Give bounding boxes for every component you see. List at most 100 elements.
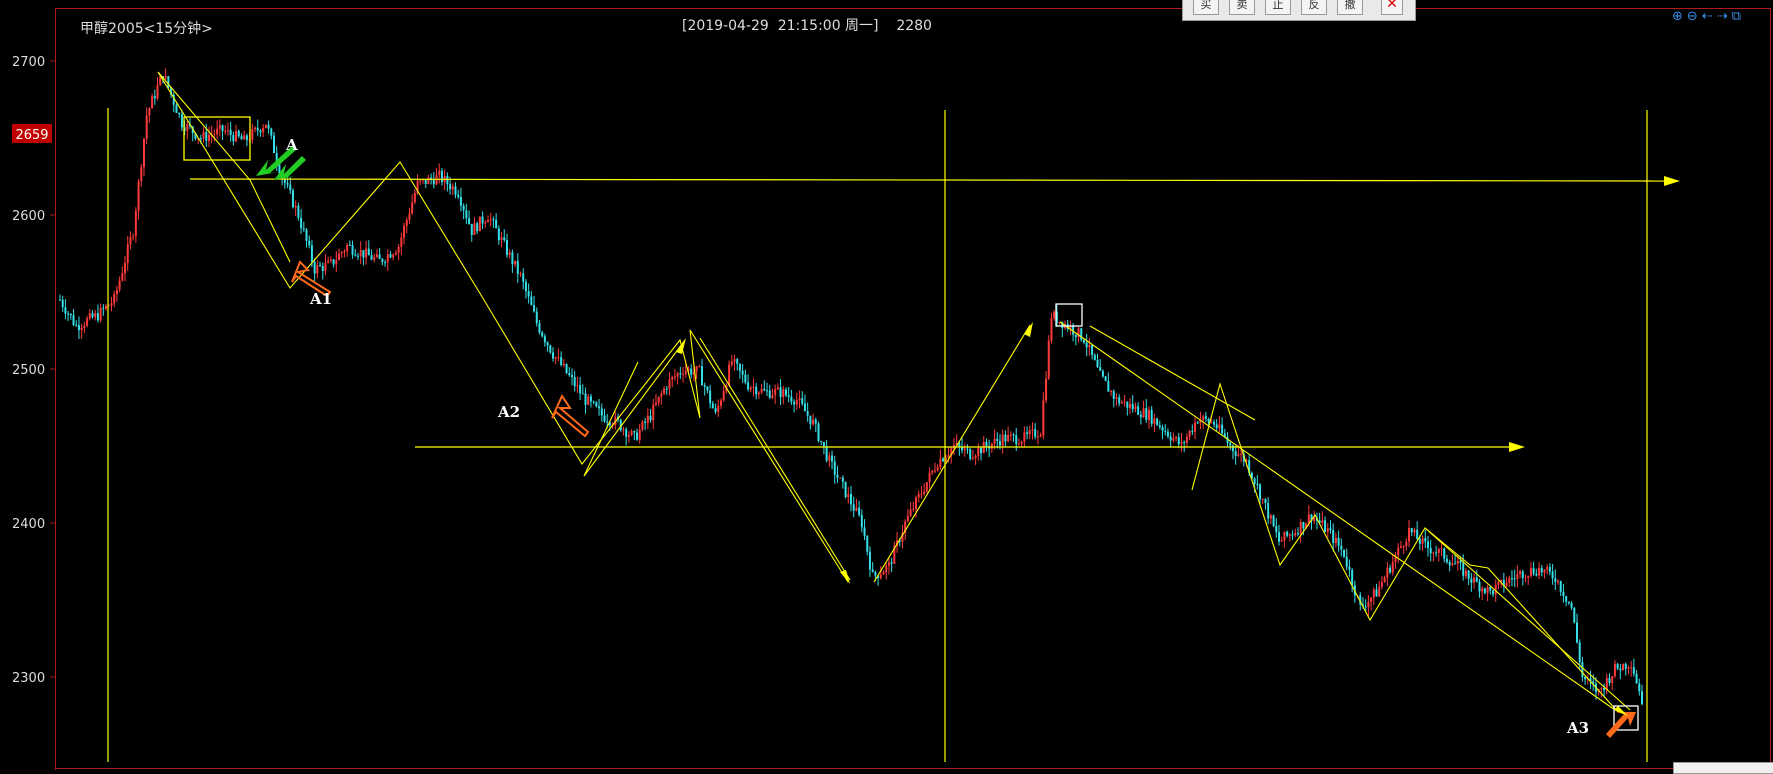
candle-body xyxy=(587,396,590,405)
candle-body xyxy=(1334,537,1337,544)
candle-body xyxy=(1565,596,1568,602)
candle-body xyxy=(175,104,178,113)
candle-body xyxy=(132,236,135,238)
candle-body xyxy=(1622,663,1625,671)
candle-body xyxy=(291,190,294,208)
candle-body xyxy=(1337,537,1340,546)
scroll-left-icon[interactable]: ⇠ xyxy=(1702,10,1713,24)
candle-body xyxy=(1115,397,1118,399)
candle-body xyxy=(1267,502,1270,519)
candle-body xyxy=(264,124,267,128)
candle-body xyxy=(1616,663,1619,669)
candle-body xyxy=(749,387,752,390)
candle-body xyxy=(1508,578,1511,583)
candle-body xyxy=(1492,590,1495,595)
candle-body xyxy=(319,265,322,267)
cancel-button[interactable]: 撤 xyxy=(1337,0,1363,15)
stop-button[interactable]: 止 xyxy=(1265,0,1291,15)
candle-body xyxy=(186,124,189,131)
candle-body xyxy=(1613,663,1616,677)
candle-body xyxy=(630,431,633,435)
candle-body xyxy=(581,393,584,395)
candle-body xyxy=(1343,549,1346,557)
candle-body xyxy=(1524,577,1527,579)
candle-body xyxy=(703,385,706,387)
candle-body xyxy=(844,481,847,498)
candle-body xyxy=(300,217,303,229)
zoom-out-icon[interactable]: ⊖ xyxy=(1687,10,1698,24)
candle-body xyxy=(1188,430,1191,437)
candle-body xyxy=(776,387,779,390)
candle-body xyxy=(1467,570,1470,579)
candle-body xyxy=(64,307,67,314)
candle-body xyxy=(1278,532,1281,542)
candle-body xyxy=(110,303,113,306)
candle-body xyxy=(511,252,514,265)
candle-body xyxy=(1017,444,1020,446)
y-tick-label: 2700 xyxy=(12,55,45,70)
candle-body xyxy=(1234,451,1237,456)
candle-body xyxy=(237,130,240,137)
candle-body xyxy=(468,218,471,224)
yellow-arrow-bottom xyxy=(1614,706,1628,716)
candle-body xyxy=(1440,548,1443,550)
candle-body xyxy=(866,535,869,552)
candle-body xyxy=(226,129,229,131)
candle-body xyxy=(1608,677,1611,684)
candle-body xyxy=(1516,574,1519,579)
close-icon[interactable]: ✕ xyxy=(1381,0,1403,15)
zigzag-7 xyxy=(1191,382,1619,713)
candle-body xyxy=(576,385,579,387)
candle-body xyxy=(394,252,397,255)
candle-body xyxy=(1288,534,1291,536)
candle-body xyxy=(1166,431,1169,437)
candle-body xyxy=(600,408,603,416)
candle-body xyxy=(329,259,332,261)
candle-body xyxy=(497,228,500,241)
candle-body xyxy=(432,179,435,185)
candle-body xyxy=(221,125,224,132)
candle-body xyxy=(663,388,666,394)
candle-body xyxy=(1554,578,1557,582)
candle-body xyxy=(492,219,495,221)
candle-body xyxy=(654,402,657,405)
candle-body xyxy=(1091,345,1094,356)
candle-body xyxy=(1161,427,1164,431)
candle-body xyxy=(316,265,319,274)
candle-body xyxy=(928,472,931,483)
candle-body xyxy=(91,313,94,318)
candle-body xyxy=(1291,534,1294,536)
sell-button[interactable]: 卖 xyxy=(1229,0,1255,15)
candle-body xyxy=(465,210,468,219)
candle-body xyxy=(324,262,327,272)
candle-body xyxy=(635,432,638,440)
candle-body xyxy=(774,389,777,396)
candle-body xyxy=(939,458,942,468)
candle-body xyxy=(346,244,349,252)
reverse-button[interactable]: 反 xyxy=(1301,0,1327,15)
candle-body xyxy=(413,193,416,203)
candle-body xyxy=(1624,663,1627,669)
zoom-in-icon[interactable]: ⊕ xyxy=(1672,10,1683,24)
candle-body xyxy=(1012,434,1015,436)
buy-button[interactable]: 买 xyxy=(1193,0,1219,15)
candle-body xyxy=(86,318,89,326)
expand-icon[interactable]: ⧉ xyxy=(1732,10,1741,24)
candle-body xyxy=(942,458,945,462)
candle-body xyxy=(1031,429,1034,431)
candle-body xyxy=(1088,345,1091,348)
candle-body xyxy=(1513,578,1516,580)
candle-body xyxy=(1538,567,1541,576)
candle-body xyxy=(665,388,668,390)
candlestick-chart[interactable]: 27002600250024002300 2659 A A1 A2 A3 甲醇2… xyxy=(0,0,1773,770)
zigzag-6 xyxy=(1059,321,1616,711)
candle-body xyxy=(966,448,969,450)
candle-body xyxy=(828,455,831,461)
candle-body xyxy=(860,514,863,528)
candle-body xyxy=(94,313,97,318)
candle-body xyxy=(793,401,796,405)
candle-body xyxy=(359,250,362,257)
scroll-right-icon[interactable]: ⇢ xyxy=(1717,10,1728,24)
candle-body xyxy=(340,252,343,254)
candle-body xyxy=(736,359,739,364)
